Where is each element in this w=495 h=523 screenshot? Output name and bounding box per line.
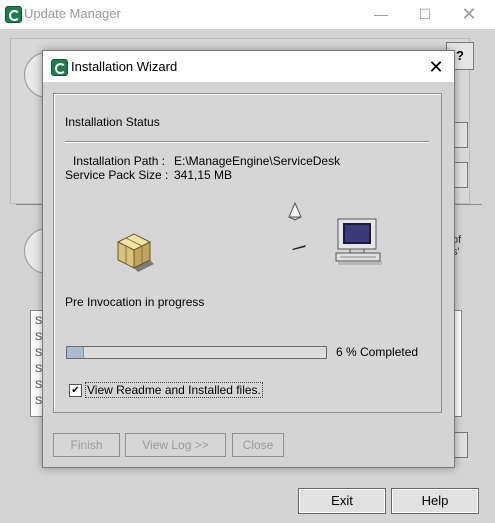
close-button[interactable]: Close <box>232 433 284 457</box>
installation-wizard-dialog: Installation Wizard ✕ Installation Statu… <box>42 50 455 468</box>
disc-icon <box>288 201 302 221</box>
invocation-status-text: Pre Invocation in progress <box>65 295 205 309</box>
wizard-titlebar: Installation Wizard ✕ <box>43 51 454 82</box>
installation-status-panel: Installation Status Installation Path : … <box>53 93 442 413</box>
progress-bar-fill <box>67 347 84 358</box>
maximize-button[interactable]: ☐ <box>402 0 448 29</box>
status-heading: Installation Status <box>65 115 160 129</box>
installation-progress-bar <box>66 346 327 359</box>
computer-icon <box>335 218 382 265</box>
help-button[interactable]: Help <box>391 488 479 514</box>
window-close-button[interactable]: ✕ <box>446 0 492 29</box>
install-path-value: E:\ManageEngine\ServiceDesk <box>174 154 341 168</box>
side-text: of s' <box>452 234 462 258</box>
update-manager-title: Update Manager <box>24 6 121 21</box>
view-readme-checkbox[interactable]: ✔ <box>69 384 82 397</box>
view-readme-label[interactable]: View Readme and Installed files. <box>85 382 263 398</box>
wizard-close-button[interactable]: ✕ <box>423 55 449 79</box>
transfer-dash-icon <box>292 245 306 250</box>
divider <box>65 141 429 143</box>
package-box-icon <box>116 233 154 272</box>
update-manager-titlebar: Update Manager — ☐ ✕ <box>0 0 495 30</box>
wizard-title: Installation Wizard <box>71 59 178 74</box>
view-log-button[interactable]: View Log >> <box>125 433 226 457</box>
progress-percent-text: 6 % Completed <box>336 345 419 359</box>
service-pack-size-value: 341,15 MB <box>174 168 233 182</box>
manageengine-logo-icon <box>51 59 68 76</box>
finish-button[interactable]: Finish <box>53 433 120 457</box>
manageengine-logo-icon <box>5 6 22 23</box>
minimize-button[interactable]: — <box>358 0 404 29</box>
install-path-label: Installation Path : <box>73 154 166 168</box>
exit-button[interactable]: Exit <box>298 488 386 514</box>
service-pack-size-label: Service Pack Size : <box>65 168 169 182</box>
divider <box>452 204 482 205</box>
